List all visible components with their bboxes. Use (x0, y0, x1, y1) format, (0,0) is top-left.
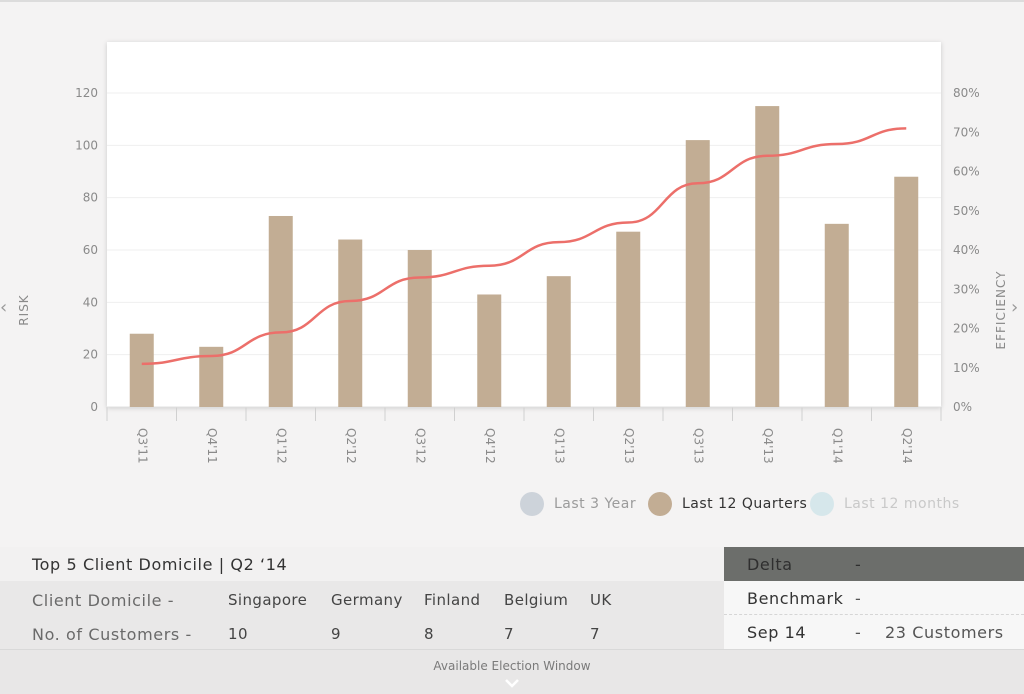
delta-label: Delta (747, 555, 793, 574)
bar (407, 250, 432, 407)
y-tick-label: 100 (75, 138, 98, 152)
panel-title: Top 5 Client Domicile | Q2 ‘14 (32, 555, 288, 574)
client-domicile-label: Client Domicile - (32, 591, 175, 610)
footer-label: Available Election Window (433, 659, 591, 673)
y-tick-label: 120 (75, 86, 98, 100)
x-tick-label: Q1'12 (274, 428, 288, 464)
y2-tick-label: 10% (953, 361, 980, 375)
bar (477, 294, 502, 407)
date-customers-value: 23 Customers (885, 623, 1004, 642)
bar (268, 215, 293, 407)
risk-efficiency-chart: 0 20 40 60 80 100 120 0% 10% 20% 30% 40% 50% 60% 70% 8… (17, 42, 1008, 464)
y2-tick-label: 70% (953, 125, 980, 139)
y-tick-label: 20 (83, 348, 98, 362)
benchmark-label: Benchmark (747, 589, 844, 608)
country-cell: Finland (424, 591, 481, 609)
summary-panel: Delta - Benchmark - Sep 14 - 23 Customer… (724, 547, 1024, 649)
legend-dot (648, 492, 672, 516)
y2-tick-label: 30% (953, 282, 980, 296)
x-tick-label: Q1'13 (552, 428, 566, 464)
legend-dot (520, 492, 544, 516)
x-tick-label: Q4'13 (761, 428, 775, 464)
delta-value: - (855, 555, 861, 574)
benchmark-row: Benchmark - (724, 581, 1024, 615)
bar (338, 239, 363, 407)
bar (546, 276, 571, 407)
client-domicile-panel: Top 5 Client Domicile | Q2 ‘14 Client Do… (0, 547, 724, 649)
x-tick-label: Q3'12 (413, 428, 427, 464)
panel-header: Top 5 Client Domicile | Q2 ‘14 (0, 547, 724, 581)
legend-label: Last 12 Quarters (682, 496, 808, 512)
bar (824, 223, 849, 407)
x-tick-label: Q2'14 (900, 428, 914, 464)
benchmark-value: - (855, 589, 861, 608)
y-tick-label: 60 (83, 243, 98, 257)
bar (755, 106, 780, 407)
x-tick-label: Q2'12 (344, 428, 358, 464)
y2-tick-label: 80% (953, 86, 980, 100)
election-window-toggle[interactable]: Available Election Window (0, 649, 1024, 694)
customer-count-cell: 10 (228, 625, 248, 643)
legend-label: Last 12 months (844, 496, 960, 512)
legend-last-3-year[interactable]: Last 3 Year (520, 490, 636, 518)
x-tick-label: Q3'11 (135, 428, 149, 464)
x-tick-label: Q3'13 (691, 428, 705, 464)
delta-row: Delta - (724, 547, 1024, 581)
y2-tick-label: 20% (953, 322, 980, 336)
x-tick-label: Q1'14 (830, 428, 844, 464)
legend-dot (810, 492, 834, 516)
y-tick-label: 40 (83, 295, 98, 309)
y2-tick-label: 50% (953, 204, 980, 218)
date-dash: - (855, 623, 861, 642)
country-cell: Singapore (228, 591, 308, 609)
y-tick-label: 80 (83, 191, 98, 205)
y2-tick-label: 0% (953, 400, 972, 414)
date-row: Sep 14 - 23 Customers (724, 615, 1024, 649)
bar (129, 333, 154, 407)
customer-count-cell: 7 (504, 625, 514, 643)
y-axis-title: RISK (17, 294, 31, 325)
y2-axis-title: EFFICIENCY (994, 271, 1008, 350)
y2-tick-label: 60% (953, 165, 980, 179)
x-tick-label: Q4'12 (483, 428, 497, 464)
legend-last-12-months[interactable]: Last 12 months (810, 490, 960, 518)
chevron-down-icon (505, 679, 519, 688)
customer-count-cell: 9 (331, 625, 341, 643)
legend-last-12-quarters[interactable]: Last 12 Quarters (648, 490, 807, 518)
customer-count-cell: 8 (424, 625, 434, 643)
customer-count-cell: 7 (590, 625, 600, 643)
bar (616, 231, 641, 407)
x-tick-label: Q4'11 (205, 428, 219, 464)
bar (894, 176, 919, 407)
country-cell: Belgium (504, 591, 569, 609)
bar (685, 140, 710, 407)
y-tick-label: 0 (90, 400, 98, 414)
y2-tick-label: 40% (953, 243, 980, 257)
country-cell: Germany (331, 591, 403, 609)
date-label: Sep 14 (747, 623, 807, 642)
x-tick-label: Q2'13 (622, 428, 636, 464)
customers-count-label: No. of Customers - (32, 625, 192, 644)
legend-label: Last 3 Year (554, 496, 637, 512)
country-cell: UK (590, 591, 612, 609)
